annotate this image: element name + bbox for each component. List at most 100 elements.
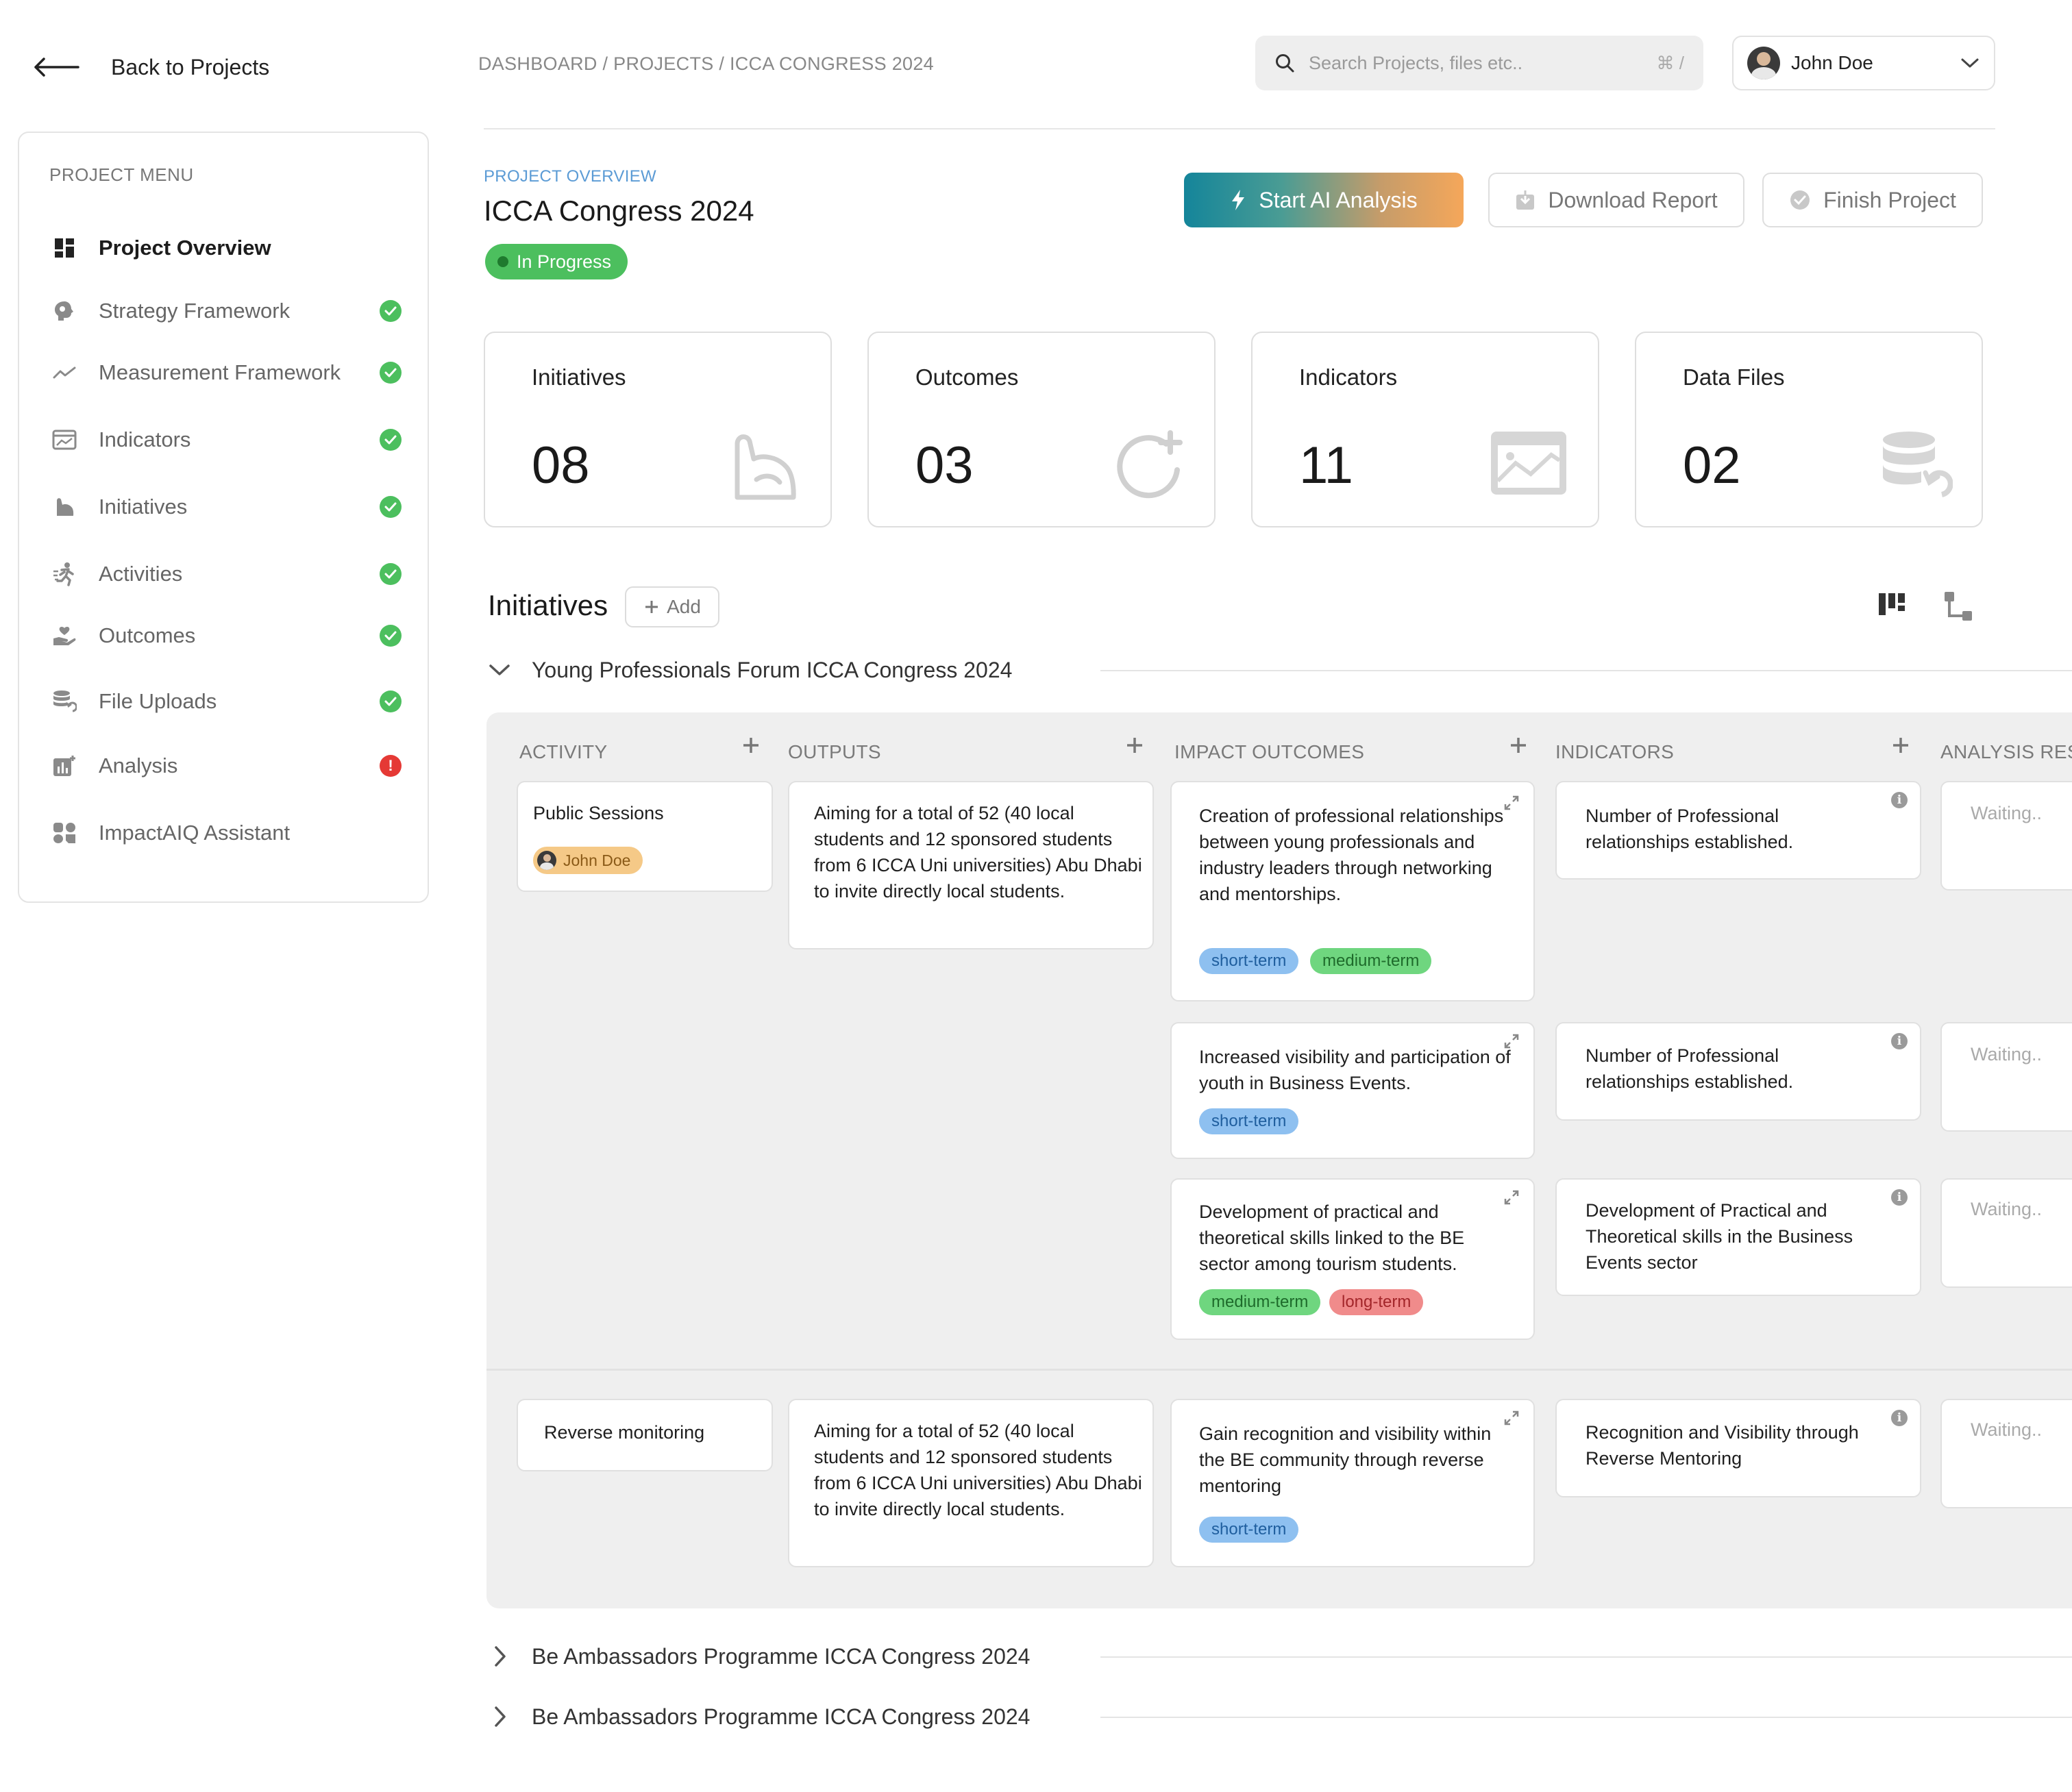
check-circle-icon bbox=[1789, 189, 1811, 211]
flex-arm-icon bbox=[49, 492, 79, 522]
start-ai-analysis-button[interactable]: Start AI Analysis bbox=[1184, 173, 1464, 227]
chart-window-icon bbox=[49, 425, 79, 455]
stat-label: Initiatives bbox=[532, 364, 626, 390]
initiative-group-toggle[interactable]: Be Ambassadors Programme ICCA Congress 2… bbox=[488, 1696, 1030, 1737]
tree-view-icon[interactable] bbox=[1942, 590, 1975, 623]
board-view-icon[interactable] bbox=[1877, 590, 1908, 618]
tag-long-term: long-term bbox=[1329, 1289, 1424, 1315]
info-icon[interactable]: i bbox=[1891, 792, 1908, 808]
outcome-card[interactable]: Increased visibility and participation o… bbox=[1170, 1022, 1535, 1159]
indicator-card[interactable]: Recognition and Visibility through Rever… bbox=[1555, 1399, 1921, 1497]
tag-short-term: short-term bbox=[1199, 948, 1299, 974]
output-card[interactable]: Aiming for a total of 52 (40 local stude… bbox=[788, 1399, 1154, 1567]
check-circle-icon bbox=[380, 429, 402, 451]
chevron-right-icon bbox=[488, 1645, 511, 1668]
sidebar-item-label: Strategy Framework bbox=[99, 299, 291, 323]
assistant-icon bbox=[49, 818, 79, 848]
sidebar-item-measurement-framework[interactable]: Measurement Framework bbox=[49, 353, 402, 392]
sidebar-item-label: Indicators bbox=[99, 427, 191, 451]
initiative-group-toggle[interactable]: Be Ambassadors Programme ICCA Congress 2… bbox=[488, 1636, 1030, 1677]
outcome-card[interactable]: Creation of professional relationships b… bbox=[1170, 781, 1535, 1001]
search-shortcut: ⌘ / bbox=[1656, 52, 1684, 73]
analysis-card: Waiting.. bbox=[1940, 781, 2072, 891]
output-text: Aiming for a total of 52 (40 local stude… bbox=[814, 803, 1142, 901]
sidebar-item-strategy-framework[interactable]: Strategy Framework bbox=[49, 292, 402, 330]
plus-icon bbox=[643, 599, 660, 615]
add-indicator-button[interactable] bbox=[1891, 736, 1910, 755]
info-icon[interactable]: i bbox=[1891, 1033, 1908, 1049]
output-card[interactable]: Aiming for a total of 52 (40 local stude… bbox=[788, 781, 1154, 949]
avatar bbox=[537, 851, 556, 870]
dashboard-icon bbox=[49, 233, 79, 263]
stat-value: 02 bbox=[1683, 436, 1741, 495]
alert-circle-icon: ! bbox=[380, 755, 402, 777]
stat-value: 08 bbox=[532, 436, 590, 495]
check-circle-icon bbox=[380, 300, 402, 322]
add-activity-button[interactable] bbox=[741, 736, 761, 755]
search-bar[interactable]: ⌘ / bbox=[1255, 36, 1703, 90]
back-to-projects-link[interactable]: Back to Projects bbox=[33, 47, 269, 88]
stat-card-initiatives[interactable]: Initiatives 08 bbox=[484, 332, 832, 527]
outcome-card[interactable]: Development of practical and theoretical… bbox=[1170, 1178, 1535, 1340]
database-sync-icon bbox=[49, 686, 79, 717]
add-output-button[interactable] bbox=[1125, 736, 1144, 755]
info-icon[interactable]: i bbox=[1891, 1189, 1908, 1206]
outcome-text: Development of practical and theoretical… bbox=[1199, 1202, 1465, 1274]
sidebar-item-impactaiq-assistant[interactable]: ImpactAIQ Assistant bbox=[49, 814, 402, 852]
activity-card[interactable]: Reverse monitoring bbox=[517, 1399, 773, 1471]
check-circle-icon bbox=[380, 496, 402, 518]
info-icon[interactable]: i bbox=[1891, 1410, 1908, 1426]
activity-title: Reverse monitoring bbox=[544, 1422, 705, 1443]
download-report-label: Download Report bbox=[1548, 187, 1718, 212]
user-menu[interactable]: John Doe bbox=[1732, 36, 1995, 90]
download-report-button[interactable]: Download Report bbox=[1488, 173, 1744, 227]
project-menu: PROJECT MENU Project Overview Strategy F… bbox=[18, 132, 429, 903]
add-outcome-button[interactable] bbox=[1509, 736, 1528, 755]
expand-icon[interactable] bbox=[1503, 1189, 1520, 1206]
sidebar-item-analysis[interactable]: Analysis ! bbox=[49, 747, 402, 785]
indicator-card[interactable]: Number of Professional relationships est… bbox=[1555, 781, 1921, 880]
sidebar-item-file-uploads[interactable]: File Uploads bbox=[49, 682, 402, 721]
expand-icon[interactable] bbox=[1503, 1410, 1520, 1426]
trend-icon bbox=[49, 358, 79, 388]
stat-card-data-files[interactable]: Data Files 02 bbox=[1635, 332, 1983, 527]
page-overline: PROJECT OVERVIEW bbox=[484, 167, 656, 186]
finish-project-button[interactable]: Finish Project bbox=[1762, 173, 1983, 227]
outcome-card[interactable]: Gain recognition and visibility within t… bbox=[1170, 1399, 1535, 1567]
sidebar-item-project-overview[interactable]: Project Overview bbox=[49, 229, 402, 267]
expand-icon[interactable] bbox=[1503, 795, 1520, 811]
initiative-group-toggle[interactable]: Young Professionals Forum ICCA Congress … bbox=[488, 649, 1012, 690]
activity-card[interactable]: Public Sessions John Doe bbox=[517, 781, 773, 892]
sidebar-item-outcomes[interactable]: Outcomes bbox=[49, 617, 402, 655]
indicator-card[interactable]: Number of Professional relationships est… bbox=[1555, 1022, 1921, 1121]
stat-value: 11 bbox=[1299, 436, 1353, 495]
initiative-group-name: Be Ambassadors Programme ICCA Congress 2… bbox=[532, 1643, 1031, 1669]
indicator-card[interactable]: Development of Practical and Theoretical… bbox=[1555, 1178, 1921, 1296]
chevron-down-icon bbox=[1960, 56, 1980, 70]
output-text: Aiming for a total of 52 (40 local stude… bbox=[814, 1421, 1142, 1519]
stat-card-indicators[interactable]: Indicators 11 bbox=[1251, 332, 1599, 527]
search-input[interactable] bbox=[1309, 52, 1643, 74]
brain-icon bbox=[49, 296, 79, 326]
sidebar-item-activities[interactable]: Activities bbox=[49, 555, 402, 593]
back-label: Back to Projects bbox=[111, 54, 270, 79]
sidebar-item-label: File Uploads bbox=[99, 689, 217, 713]
tag-short-term: short-term bbox=[1199, 1517, 1299, 1543]
download-icon bbox=[1515, 189, 1536, 211]
outcome-text: Increased visibility and participation o… bbox=[1199, 1047, 1511, 1093]
flex-arm-icon bbox=[729, 429, 802, 501]
sidebar-item-indicators[interactable]: Indicators bbox=[49, 421, 402, 459]
column-header-indicators: INDICATORS bbox=[1555, 741, 1675, 762]
column-header-activity: ACTIVITY bbox=[519, 741, 608, 762]
initiative-group-name: Young Professionals Forum ICCA Congress … bbox=[532, 657, 1013, 682]
analysis-icon bbox=[49, 751, 79, 781]
expand-icon[interactable] bbox=[1503, 1033, 1520, 1049]
tag-medium-term: medium-term bbox=[1199, 1289, 1321, 1315]
analysis-status: Waiting.. bbox=[1971, 1199, 2043, 1219]
hand-heart-icon bbox=[49, 621, 79, 651]
sidebar-item-initiatives[interactable]: Initiatives bbox=[49, 488, 402, 526]
stat-label: Indicators bbox=[1299, 364, 1398, 390]
add-initiative-button[interactable]: Add bbox=[625, 586, 719, 627]
stat-card-outcomes[interactable]: Outcomes 03 bbox=[867, 332, 1216, 527]
owner-chip: John Doe bbox=[533, 847, 643, 874]
